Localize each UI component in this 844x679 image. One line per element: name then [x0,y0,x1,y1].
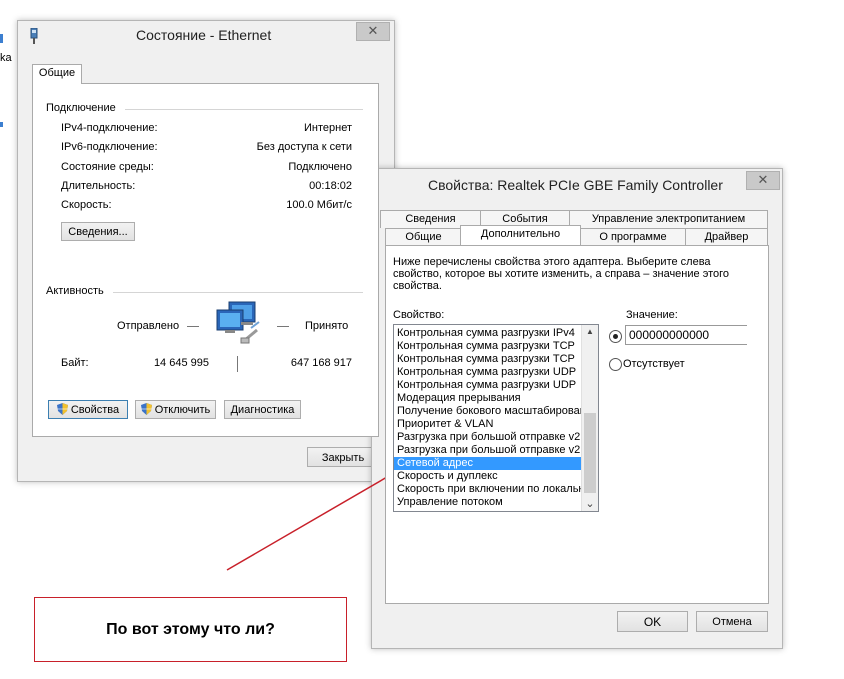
activity-group-header: Активность [46,285,104,297]
row-value: Интернет [304,122,352,134]
row-label: Скорость: [61,199,112,211]
received-line [277,326,289,327]
scroll-down-icon[interactable]: ⌄ [582,497,598,511]
row-label: IPv6-подключение: [61,141,158,153]
tab-general-label: Общие [38,67,76,79]
diagnostics-button[interactable]: Диагностика [224,400,301,419]
property-list-item[interactable]: Получение бокового масштабирования [394,405,581,418]
bytes-sent-value: 14 645 995 [153,357,209,369]
property-list-item[interactable]: Скорость и дуплекс [394,470,581,483]
property-list-item[interactable]: Контрольная сумма разгрузки TCP [394,340,581,353]
property-list-items: Контрольная сумма разгрузки IPv4 Контроль… [394,327,581,509]
group-divider [125,109,363,110]
property-list-item[interactable]: Контрольная сумма разгрузки IPv4 [394,327,581,340]
uac-shield-icon [56,403,68,415]
tab-general[interactable]: Общие [32,64,82,84]
bytes-divider [237,356,238,372]
property-list-item[interactable]: Скорость при включении по локальной [394,483,581,496]
properties-button[interactable]: Свойства [48,400,128,419]
annotation-text: По вот этому что ли? [106,621,275,638]
property-list-item[interactable]: Модерация прерывания [394,392,581,405]
disable-button-label: Отключить [154,404,211,416]
row-value: Без доступа к сети [256,141,352,153]
value-input[interactable] [625,325,747,345]
row-value: 00:18:02 [309,180,352,192]
row-value: 100.0 Мбит/с [286,199,352,211]
property-list-item[interactable]: Приоритет & VLAN [394,418,581,431]
absent-label: Отсутствует [623,358,685,370]
disable-button[interactable]: Отключить [135,400,216,419]
absent-radio[interactable] [609,358,622,371]
property-list-item[interactable]: Сетевой адрес [394,457,581,470]
tab-advanced-label: Дополнительно [480,228,561,240]
row-label: Состояние среды: [61,161,154,173]
property-list-item[interactable]: Контрольная сумма разгрузки UDP [394,379,581,392]
annotation-callout: По вот этому что ли? [34,597,347,662]
property-list-item[interactable]: Разгрузка при большой отправке v2 [394,431,581,444]
computers-network-icon [216,301,260,344]
property-label: Свойство: [393,309,445,321]
property-list-item[interactable]: Контрольная сумма разгрузки TCP [394,353,581,366]
scroll-thumb[interactable] [584,413,596,493]
row-label: Длительность: [61,180,136,192]
uac-shield-icon [140,403,152,415]
advanced-panel: Ниже перечислены свойства этого адаптера… [385,245,769,604]
property-list-item[interactable]: Разгрузка при большой отправке v2 [394,444,581,457]
property-listbox[interactable]: Контрольная сумма разгрузки IPv4 Контроль… [393,324,599,512]
value-label: Значение: [626,309,678,321]
property-list-item[interactable]: Контрольная сумма разгрузки UDP [394,366,581,379]
connection-group-header: Подключение [46,102,116,114]
received-label: Принято [305,320,349,332]
status-window: Состояние - Ethernet ✕ Общие Подключение… [17,20,395,482]
advanced-description: Ниже перечислены свойства этого адаптера… [393,256,729,292]
sent-line [187,326,199,327]
property-list-item[interactable]: Управление потоком [394,496,581,509]
bytes-received-value: 647 168 917 [290,357,352,369]
row-value: Подключено [288,161,352,173]
value-radio[interactable] [609,330,622,343]
properties-button-label: Свойства [70,404,120,416]
group-divider [113,292,363,293]
details-button[interactable]: Сведения... [61,222,135,241]
tab-advanced[interactable]: Дополнительно [460,225,581,245]
status-general-panel: Подключение IPv4-подключение: Интернет I… [32,83,379,437]
property-list-scrollbar[interactable]: ▲ ⌄ [581,325,598,511]
sent-label: Отправлено [117,320,180,332]
scroll-up-icon[interactable]: ▲ [582,325,598,339]
bytes-label: Байт: [61,357,89,369]
row-label: IPv4-подключение: [61,122,158,134]
